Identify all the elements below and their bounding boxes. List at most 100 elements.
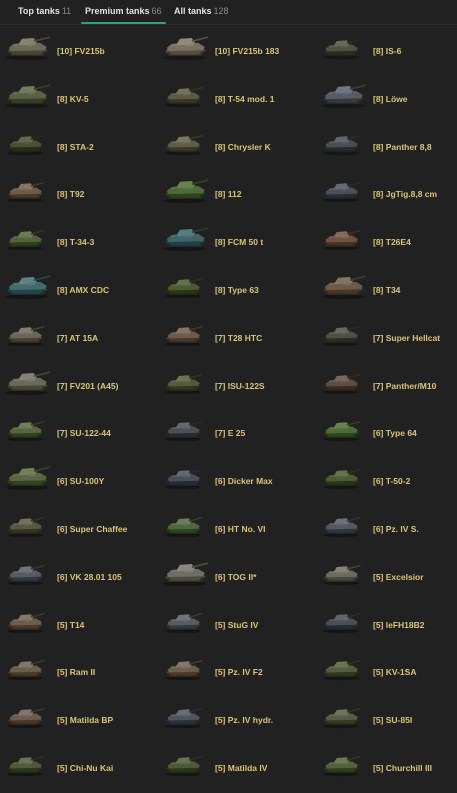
- tank-list-item[interactable]: [5] Chi-Nu Kai: [0, 745, 158, 793]
- tank-icon: [4, 514, 46, 538]
- tank-name: [8] STA-2: [57, 141, 94, 152]
- tank-list-item[interactable]: [5] Matilda IV: [158, 745, 316, 793]
- tank-list-item[interactable]: [10] FV215b: [0, 28, 158, 76]
- tab-all-tanks[interactable]: All tanks 128: [174, 6, 229, 16]
- tank-list-item[interactable]: [8] FCM 50 t: [158, 219, 316, 267]
- tank-icon: [4, 323, 46, 347]
- tank-name: [6] TOG II*: [215, 571, 257, 582]
- tank-list-item[interactable]: [6] HT No. VI: [158, 506, 316, 554]
- tank-icon: [4, 227, 46, 251]
- tank-list-item[interactable]: [8] AMX CDC: [0, 267, 158, 315]
- tank-list-item[interactable]: [6] SU-100Y: [0, 458, 158, 506]
- tank-list-item[interactable]: [8] T26E4: [316, 219, 457, 267]
- tank-name: [5] SU-85I: [373, 715, 413, 726]
- tank-name: [6] Super Chaffee: [57, 523, 128, 534]
- tank-name: [8] JgTig.8,8 cm: [373, 189, 438, 200]
- tank-name: [8] T26E4: [373, 237, 411, 248]
- tank-icon: [162, 132, 204, 156]
- tank-name: [6] VK 28.01 105: [57, 571, 122, 582]
- tank-icon: [2, 463, 52, 491]
- tank-list-item[interactable]: [5] Churchill III: [316, 745, 457, 793]
- tab-all-tanks-count: 128: [213, 6, 229, 16]
- tank-icon: [4, 705, 46, 729]
- tank-icon: [320, 753, 362, 777]
- tank-name: [5] T14: [57, 619, 85, 630]
- tank-list-item[interactable]: [5] Matilda BP: [0, 697, 158, 745]
- tank-list-item[interactable]: [8] T92: [0, 171, 158, 219]
- tank-list-item[interactable]: [6] Pz. IV S.: [316, 506, 457, 554]
- tank-icon: [4, 132, 46, 156]
- tab-premium-tanks[interactable]: Premium tanks 66: [81, 6, 166, 24]
- tank-list-item[interactable]: [7] E 25: [158, 410, 316, 458]
- tank-list-item[interactable]: [8] Panther 8,8: [316, 124, 457, 172]
- tank-list-item[interactable]: [8] IS-6: [316, 28, 457, 76]
- tank-list-item[interactable]: [7] Super Hellcat: [316, 315, 457, 363]
- tank-list-item[interactable]: [8] KV-5: [0, 76, 158, 124]
- tank-icon: [320, 179, 362, 203]
- tank-list-item[interactable]: [6] TOG II*: [158, 554, 316, 602]
- tank-list-item[interactable]: [8] Type 63: [158, 267, 316, 315]
- tank-icon: [162, 418, 204, 442]
- tank-list-item[interactable]: [5] KV-1SA: [316, 649, 457, 697]
- tank-icon: [320, 705, 362, 729]
- tank-list-item[interactable]: [7] SU-122-44: [0, 410, 158, 458]
- tank-name: [8] FCM 50 t: [215, 237, 264, 248]
- tank-name: [8] IS-6: [373, 46, 402, 56]
- tank-list-item[interactable]: [8] Chrysler K: [158, 124, 316, 172]
- tank-name: [5] Pz. IV hydr.: [215, 715, 274, 726]
- tank-list-item[interactable]: [7] FV201 (A45): [0, 363, 158, 411]
- tank-icon: [318, 81, 368, 109]
- tank-list-item[interactable]: [10] FV215b 183: [158, 28, 316, 76]
- tank-icon: [320, 514, 362, 538]
- tank-list-item[interactable]: [5] Pz. IV hydr.: [158, 697, 316, 745]
- tank-list-item[interactable]: [5] Ram II: [0, 649, 158, 697]
- tank-icon: [320, 562, 362, 586]
- tank-name: [8] T92: [57, 189, 85, 200]
- tank-icon: [318, 272, 368, 300]
- tank-name: [6] HT No. VI: [215, 523, 266, 534]
- tank-icon: [4, 179, 46, 203]
- tank-name: [10] FV215b 183: [215, 46, 280, 56]
- tab-premium-tanks-count: 66: [151, 6, 162, 16]
- tank-list-item[interactable]: [5] StuG IV: [158, 602, 316, 650]
- tank-list-item[interactable]: [5] T14: [0, 602, 158, 650]
- tank-list-item[interactable]: [6] VK 28.01 105: [0, 554, 158, 602]
- tank-list-item[interactable]: [7] AT 15A: [0, 315, 158, 363]
- tank-icon: [4, 610, 46, 634]
- tank-name: [5] Matilda IV: [215, 762, 268, 773]
- tank-list-item[interactable]: [8] Löwe: [316, 76, 457, 124]
- tank-name: [8] 112: [215, 189, 242, 200]
- tank-list-item[interactable]: [6] Super Chaffee: [0, 506, 158, 554]
- tank-icon: [320, 323, 362, 347]
- tank-list-item[interactable]: [5] Excelsior: [316, 554, 457, 602]
- tank-list-item[interactable]: [8] JgTig.8,8 cm: [316, 171, 457, 219]
- tank-name: [5] leFH18B2: [373, 619, 425, 630]
- tank-list-item[interactable]: [8] 112: [158, 171, 316, 219]
- tank-list-item[interactable]: [6] Dicker Max: [158, 458, 316, 506]
- tank-list-item[interactable]: [6] Type 64: [316, 410, 457, 458]
- tank-name: [8] Type 63: [215, 284, 259, 295]
- tank-icon: [160, 176, 210, 204]
- tank-name: [6] Type 64: [373, 428, 417, 439]
- tank-icon: [162, 323, 204, 347]
- tank-icon: [160, 559, 210, 587]
- tank-list-item[interactable]: [5] leFH18B2: [316, 602, 457, 650]
- tank-list-item[interactable]: [7] T28 HTC: [158, 315, 316, 363]
- tank-icon: [4, 562, 46, 586]
- tank-icon: [162, 371, 204, 395]
- tank-list-item[interactable]: [8] T-34-3: [0, 219, 158, 267]
- tank-list-item[interactable]: [7] Panther/M10: [316, 363, 457, 411]
- tank-list-item[interactable]: [8] T34: [316, 267, 457, 315]
- tank-category-tabs: Top tanks 11 Premium tanks 66 All tanks 128: [0, 0, 457, 25]
- tank-list-item[interactable]: [5] Pz. IV F2: [158, 649, 316, 697]
- tank-list-item[interactable]: [5] SU-85I: [316, 697, 457, 745]
- tank-list-item[interactable]: [8] T-54 mod. 1: [158, 76, 316, 124]
- tab-top-tanks[interactable]: Top tanks 11: [18, 6, 71, 16]
- tank-name: [6] T-50-2: [373, 476, 411, 487]
- tank-list-item[interactable]: [6] T-50-2: [316, 458, 457, 506]
- tank-list-item[interactable]: [8] STA-2: [0, 124, 158, 172]
- tank-name: [8] T-34-3: [57, 237, 95, 248]
- tank-name: [8] Löwe: [373, 93, 408, 104]
- tank-list-item[interactable]: [7] ISU-122S: [158, 363, 316, 411]
- tank-icon: [2, 272, 52, 300]
